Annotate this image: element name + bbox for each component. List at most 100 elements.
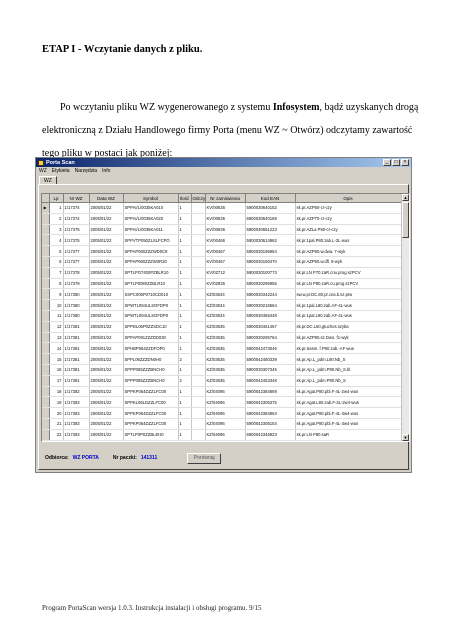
menu-wz[interactable]: WZ bbox=[39, 168, 47, 174]
cell-opis[interactable]: sk.pr.AZP60.w.dfl. 9-wyk bbox=[295, 256, 402, 268]
cell-lp[interactable]: 10 bbox=[49, 299, 64, 311]
cell-odczyt[interactable] bbox=[191, 386, 206, 398]
table-row[interactable]: 16 1/17381 2005/01/22 SPPP085ZZZBNCH0 1 KZ/03… bbox=[42, 364, 402, 376]
cell-lp[interactable]: 2 bbox=[49, 213, 64, 225]
cell-symbol[interactable]: SSPC005P0710CD010 bbox=[123, 288, 179, 301]
row-indicator[interactable] bbox=[42, 310, 50, 322]
row-indicator[interactable] bbox=[42, 245, 50, 257]
cell-ilosc[interactable]: 2 bbox=[178, 375, 192, 387]
cell-lp[interactable]: 5 bbox=[49, 245, 64, 257]
cell-nr-zamowienia[interactable]: KZ/03635 bbox=[205, 342, 246, 355]
table-row[interactable]: 14 1/17381 2005/01/22 SPHBP064ZZDFOP0 1 KZ/03… bbox=[42, 342, 402, 355]
cell-lp[interactable]: 12 bbox=[49, 321, 64, 333]
row-indicator[interactable] bbox=[42, 342, 50, 355]
cell-lp[interactable]: 1 bbox=[49, 202, 64, 214]
table-row[interactable]: 4 1/17375 2005/01/22 SPPVTP050ZLSLFCPO 1 KV/0… bbox=[42, 234, 402, 247]
cell-kod-ean[interactable]: 5900030295764 bbox=[245, 332, 296, 344]
cell-nr-zamowienia[interactable]: KZ/03634 bbox=[205, 288, 246, 301]
cell-opis[interactable]: sk.pr.1pal.L80.zab.AF-4L-wus bbox=[295, 299, 402, 311]
row-indicator[interactable] bbox=[42, 234, 50, 247]
cell-kod-ean[interactable]: 5900030465448 bbox=[245, 310, 296, 322]
row-indicator[interactable] bbox=[42, 332, 50, 344]
cell-lp[interactable]: 15 bbox=[49, 353, 64, 365]
cell-odczyt[interactable] bbox=[191, 321, 206, 333]
cell-opis[interactable]: sk.pr.1pal.L90.zab.AF-4L-wus bbox=[295, 310, 402, 322]
cell-opis[interactable]: sk.pr.Agat.P80.pbl.F-4L-2w4-wus bbox=[295, 386, 402, 398]
cell-nr-wz[interactable]: 1/17377 bbox=[63, 245, 90, 257]
cell-opis[interactable]: sk.pr.Agat.L80.zab.F-3L-2w4-wus bbox=[295, 396, 402, 409]
cell-lp[interactable]: 17 bbox=[49, 375, 64, 387]
cell-nr-zamowienia[interactable]: KZ/04096 bbox=[205, 429, 246, 441]
cell-nr-zamowienia[interactable]: KZ/04096 bbox=[205, 407, 246, 419]
cell-opis[interactable]: sk.pr.AZP60.w.dwa. 7-wyk bbox=[295, 245, 402, 257]
row-indicator[interactable] bbox=[42, 407, 50, 419]
cell-lp[interactable]: 6 bbox=[49, 256, 64, 268]
cell-ilosc[interactable]: 1 bbox=[178, 396, 192, 409]
header-lp[interactable]: Lp bbox=[49, 194, 64, 203]
row-indicator[interactable] bbox=[42, 213, 50, 225]
row-indicator[interactable] bbox=[42, 299, 50, 311]
cell-symbol[interactable]: SPPKL06LDZZLFC00 bbox=[123, 396, 179, 409]
cell-opis[interactable]: sk.pr.DC.L60.gtuchos.szyba bbox=[295, 321, 402, 333]
cell-nr-wz[interactable]: 1/17382 bbox=[63, 386, 90, 398]
tab-wz[interactable]: WZ bbox=[39, 176, 57, 184]
cell-kod-ean[interactable]: 5900030640152 bbox=[245, 202, 296, 214]
cell-kod-ean[interactable]: 5900030640169 bbox=[245, 213, 296, 225]
row-indicator[interactable] bbox=[42, 321, 50, 333]
cell-nr-zamowienia[interactable]: KV/02712 bbox=[205, 267, 246, 279]
cell-ilosc[interactable]: 1 bbox=[178, 234, 192, 247]
row-selector-icon[interactable]: ▶ bbox=[42, 202, 50, 214]
scroll-down-icon[interactable]: ▼ bbox=[402, 434, 409, 441]
header-data-wz[interactable]: Data WZ bbox=[89, 194, 124, 203]
scroll-up-icon[interactable]: ▲ bbox=[402, 194, 409, 201]
cell-lp[interactable]: 16 bbox=[49, 364, 64, 376]
cell-symbol[interactable]: SPWTL094ULSOFDP0 bbox=[123, 299, 179, 311]
cell-opis[interactable]: sk.pr.Ap.L_pdm.L80.Nb_S bbox=[295, 353, 402, 365]
cell-odczyt[interactable] bbox=[191, 224, 206, 236]
cell-odczyt[interactable] bbox=[191, 267, 206, 279]
cell-ilosc[interactable]: 1 bbox=[178, 364, 192, 376]
cell-lp[interactable]: 13 bbox=[49, 332, 64, 344]
cell-nr-wz[interactable]: 1/17380 bbox=[63, 299, 90, 311]
cell-odczyt[interactable] bbox=[191, 396, 206, 409]
window-titlebar[interactable]: Porta Scan _ □ × bbox=[36, 158, 411, 167]
cell-symbol[interactable]: SPWTL094ULSOFDP0 bbox=[123, 310, 179, 322]
cell-kod-ean[interactable]: 5900042384863 bbox=[245, 407, 296, 419]
cell-symbol[interactable]: SPPVTP050ZLSLFCPO bbox=[123, 234, 179, 247]
cell-ilosc[interactable]: 1 bbox=[178, 278, 192, 290]
cell-kod-ean[interactable]: 5900042305375 bbox=[245, 396, 296, 409]
cell-odczyt[interactable] bbox=[191, 375, 206, 387]
cell-ilosc[interactable]: 1 bbox=[178, 299, 192, 311]
cell-nr-wz[interactable]: 1/17374 bbox=[63, 213, 90, 225]
cell-lp[interactable]: 20 bbox=[49, 407, 64, 419]
cell-ilosc[interactable]: 1 bbox=[178, 332, 192, 344]
cell-nr-wz[interactable]: 1/17383 bbox=[63, 429, 90, 441]
table-row[interactable]: 6 1/17377 2005/01/22 SPPAP060ZZZW3R30 1 KV/00… bbox=[42, 256, 402, 268]
cell-kod-ean[interactable]: 5900030215564 bbox=[245, 299, 296, 311]
cell-kod-ean[interactable]: 5900042453348 bbox=[245, 375, 296, 387]
cell-lp[interactable]: 14 bbox=[49, 342, 64, 355]
cell-nr-wz[interactable]: 1/17381 bbox=[63, 353, 90, 365]
cell-lp[interactable]: 19 bbox=[49, 396, 64, 409]
cell-symbol[interactable]: SPPAP060ZZZWD0C8 bbox=[123, 245, 179, 257]
cell-nr-zamowienia[interactable]: KV/00466 bbox=[205, 234, 246, 247]
cell-opis[interactable]: sk.pr.Sasm. f.P80.zab.-AF-wus bbox=[295, 342, 402, 355]
cell-kod-ean[interactable]: 5900030295955 bbox=[245, 278, 296, 290]
cell-nr-zamowienia[interactable]: KZ/03635 bbox=[205, 332, 246, 344]
cell-data-wz[interactable]: 2005/01/22 bbox=[89, 386, 124, 398]
table-row[interactable]: 3 1/17375 2005/01/22 SPPAI/L/0035KA011 1 KV/0… bbox=[42, 224, 402, 236]
table-row[interactable]: 10 1/17380 2005/01/22 SPWTL094ULSOFDP0 1 KZ/0… bbox=[42, 299, 402, 311]
cell-data-wz[interactable]: 2005/01/22 bbox=[89, 310, 124, 322]
cell-odczyt[interactable] bbox=[191, 278, 206, 290]
table-row[interactable]: 15 1/17381 2005/01/22 SPPL06ZZZDN0H0 2 KZ/036… bbox=[42, 353, 402, 365]
table-row[interactable]: 2 1/17374 2005/01/22 SPPAI/L/0035KA020 1 KV/0… bbox=[42, 213, 402, 225]
cell-ilosc[interactable]: 1 bbox=[178, 386, 192, 398]
cell-symbol[interactable]: SPPAI/L/0035KA020 bbox=[123, 213, 179, 225]
cell-symbol[interactable]: SPTLPO7400PZBLR10 bbox=[123, 267, 179, 279]
header-kod-ean[interactable]: Kod EAN bbox=[245, 194, 296, 203]
cell-data-wz[interactable]: 2005/01/22 bbox=[89, 407, 124, 419]
cell-opis[interactable]: sk.pr.AZLa P50-cr-czy bbox=[295, 224, 402, 236]
cell-opis[interactable]: sk.pr.Ap.L_pdm.P80.Nb_S bbox=[295, 375, 402, 387]
cell-kod-ean[interactable]: 5900042305154 bbox=[245, 418, 296, 430]
row-indicator[interactable] bbox=[42, 267, 50, 279]
